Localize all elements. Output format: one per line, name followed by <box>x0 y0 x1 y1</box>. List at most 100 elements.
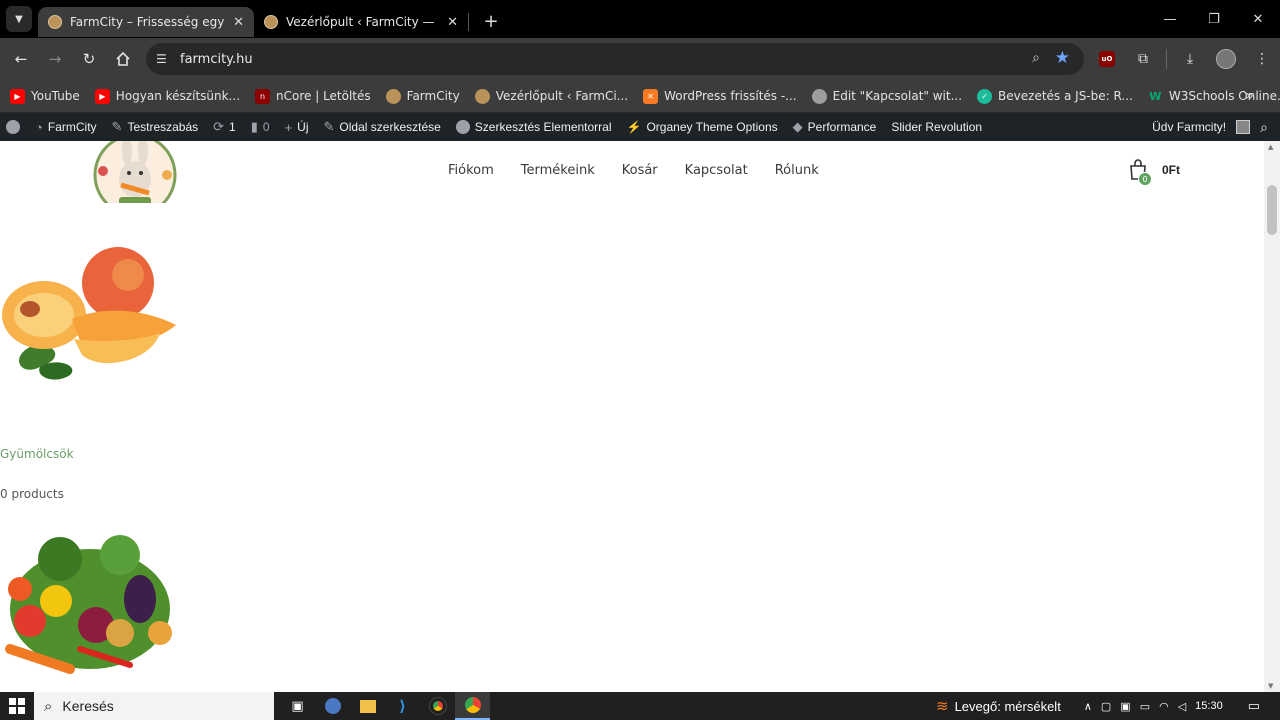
minimize-button[interactable]: — <box>1148 0 1192 38</box>
vegetables-category-image[interactable] <box>0 529 180 679</box>
display-icon[interactable]: ▣ <box>1120 700 1130 713</box>
wp-edit-page-label: Oldal szerkesztése <box>339 120 441 134</box>
plus-icon: + <box>483 10 499 32</box>
scroll-up-icon[interactable]: ▲ <box>1268 143 1273 151</box>
taskbar-app-chrome[interactable] <box>420 692 455 720</box>
nav-item-rolunk[interactable]: Rólunk <box>775 163 819 178</box>
arrow-right-icon: → <box>48 50 62 68</box>
taskbar-app-chrome-active[interactable] <box>455 692 490 720</box>
arrow-left-icon: ← <box>14 50 28 68</box>
bookmark-star-icon[interactable]: ★ <box>1055 48 1070 68</box>
reload-button[interactable]: ↻ <box>72 42 106 76</box>
wp-admin-bar: ◔ FarmCity ✎ Testreszabás ⟳ 1 ▮ 0 + Új ✎ Oldal… <box>0 113 1280 141</box>
category-title[interactable]: Gyümölcsök <box>0 447 74 461</box>
bookmark-edit-kapcsolat[interactable]: Edit "Kapcsolat" wit... <box>811 88 962 104</box>
wp-edit-page[interactable]: ✎ Oldal szerkesztése <box>324 119 441 135</box>
bookmark-hogyan[interactable]: ▶ Hogyan készítsünk... <box>94 88 240 104</box>
notification-icon[interactable]: ▭ <box>1248 698 1260 714</box>
downloads-button[interactable]: ⤓ <box>1177 46 1203 72</box>
scroll-down-icon[interactable]: ▼ <box>1268 682 1273 690</box>
tab-search-button[interactable]: ▼ <box>6 6 32 32</box>
taskbar-app-file-explorer[interactable] <box>350 692 385 720</box>
nav-item-fiokom[interactable]: Fiókom <box>448 163 494 178</box>
taskbar-app-widget[interactable] <box>315 692 350 720</box>
wp-updates-count: 1 <box>229 120 236 134</box>
lightning-icon: ⚡ <box>626 120 642 134</box>
wp-logo-menu[interactable] <box>6 120 20 134</box>
wp-updates[interactable]: ⟳ 1 <box>213 119 236 135</box>
wifi-icon[interactable]: ◠ <box>1159 700 1169 713</box>
search-icon[interactable]: ⌕ <box>1260 119 1268 136</box>
chevron-double-right-icon[interactable]: » <box>1245 88 1254 104</box>
close-window-button[interactable]: ✕ <box>1236 0 1280 38</box>
bookmark-label: YouTube <box>31 89 80 103</box>
meet-icon[interactable]: ▢ <box>1101 700 1111 713</box>
chevron-up-icon[interactable]: ∧ <box>1084 700 1092 713</box>
avatar <box>1236 120 1251 134</box>
zoom-icon[interactable]: ⌕ <box>1032 50 1040 66</box>
extensions-button[interactable]: ⧉ <box>1130 46 1156 72</box>
xampp-icon: ✕ <box>643 88 659 104</box>
wp-theme-options[interactable]: ⚡ Organey Theme Options <box>627 120 778 134</box>
menu-button[interactable]: ⋮ <box>1249 46 1275 72</box>
close-icon[interactable]: ✕ <box>447 15 458 30</box>
tab-title: Vezérlőpult ‹ FarmCity — Word <box>286 15 439 29</box>
nav-item-kapcsolat[interactable]: Kapcsolat <box>685 163 748 178</box>
bookmark-ncore[interactable]: n nCore | Letöltés <box>255 88 371 104</box>
tab-farmcity[interactable]: FarmCity – Frissesség egy kattin ✕ <box>38 7 254 37</box>
bookmark-farmcity[interactable]: FarmCity <box>385 88 460 104</box>
pencil-icon: ✎ <box>323 119 335 134</box>
bookmark-js[interactable]: ✓ Bevezetés a JS-be: R... <box>977 88 1133 104</box>
restore-button[interactable]: ❐ <box>1192 0 1236 38</box>
ublock-extension-button[interactable]: uO <box>1094 46 1120 72</box>
avatar <box>1216 49 1236 69</box>
new-tab-button[interactable]: + <box>477 7 505 35</box>
ublock-icon: uO <box>1099 51 1115 67</box>
farmcity-icon <box>385 88 401 104</box>
taskbar-app-vscode[interactable]: ⟩ <box>385 692 420 720</box>
chrome-icon <box>428 697 447 715</box>
wp-comments[interactable]: ▮ 0 <box>251 119 270 135</box>
bookmark-youtube[interactable]: ▶ YouTube <box>10 88 80 104</box>
address-bar[interactable]: ☰ farmcity.hu ⌕ ★ <box>146 43 1084 75</box>
nav-item-termekeink[interactable]: Termékeink <box>521 163 595 178</box>
home-button[interactable] <box>106 42 140 76</box>
page-scrollbar[interactable]: ▲ ▼ <box>1264 141 1280 692</box>
youtube-icon: ▶ <box>94 88 110 104</box>
close-icon[interactable]: ✕ <box>233 15 244 30</box>
wp-customize[interactable]: ✎ Testreszabás <box>112 119 199 135</box>
bookmark-vezerlopult[interactable]: Vezérlőpult ‹ FarmCi... <box>474 88 628 104</box>
task-view-button[interactable]: ▣ <box>280 692 315 720</box>
wp-site-name: FarmCity <box>47 120 97 134</box>
volume-icon[interactable]: ◁ <box>1178 700 1186 713</box>
windows-icon <box>9 698 25 714</box>
forward-button[interactable]: → <box>38 42 72 76</box>
start-button[interactable] <box>0 692 34 720</box>
scrollbar-thumb[interactable] <box>1267 185 1277 235</box>
weather-widget[interactable]: ≋ Levegő: mérsékelt <box>936 697 1061 715</box>
wp-elementor-edit[interactable]: Szerkesztés Elementorral <box>455 120 612 134</box>
site-info-icon[interactable]: ☰ <box>156 52 178 66</box>
wp-account[interactable]: Üdv Farmcity! ⌕ <box>1152 113 1268 141</box>
back-button[interactable]: ← <box>4 42 38 76</box>
header-cart[interactable]: 0 0Ft <box>1128 159 1180 186</box>
puzzle-icon: ⧉ <box>1138 51 1148 67</box>
wp-site-menu[interactable]: ◔ FarmCity <box>35 120 97 135</box>
farmcity-logo[interactable] <box>91 141 179 209</box>
battery-icon[interactable]: ▭ <box>1140 700 1150 713</box>
wp-performance[interactable]: ◆ Performance <box>793 119 877 135</box>
bookmark-label: nCore | Letöltés <box>276 89 371 103</box>
taskbar-search[interactable]: ⌕ Keresés <box>34 692 274 720</box>
tab-vezerlopult[interactable]: Vezérlőpult ‹ FarmCity — Word ✕ <box>254 7 468 37</box>
nav-item-kosar[interactable]: Kosár <box>622 163 658 178</box>
profile-button[interactable] <box>1213 46 1239 72</box>
bookmark-wordpress-update[interactable]: ✕ WordPress frissítés -... <box>643 88 797 104</box>
bookmark-w3schools[interactable]: W W3Schools Online... <box>1148 89 1280 104</box>
peach-category-image[interactable] <box>0 247 180 387</box>
wp-greeting: Üdv Farmcity! <box>1152 120 1227 134</box>
bookmark-label: W3Schools Online... <box>1168 89 1280 103</box>
wp-new-content[interactable]: + Új <box>285 120 309 135</box>
wp-slider-revolution[interactable]: Slider Revolution <box>891 120 982 134</box>
category-product-count: 0 products <box>0 487 64 501</box>
clock[interactable]: 15:30 <box>1195 700 1223 712</box>
